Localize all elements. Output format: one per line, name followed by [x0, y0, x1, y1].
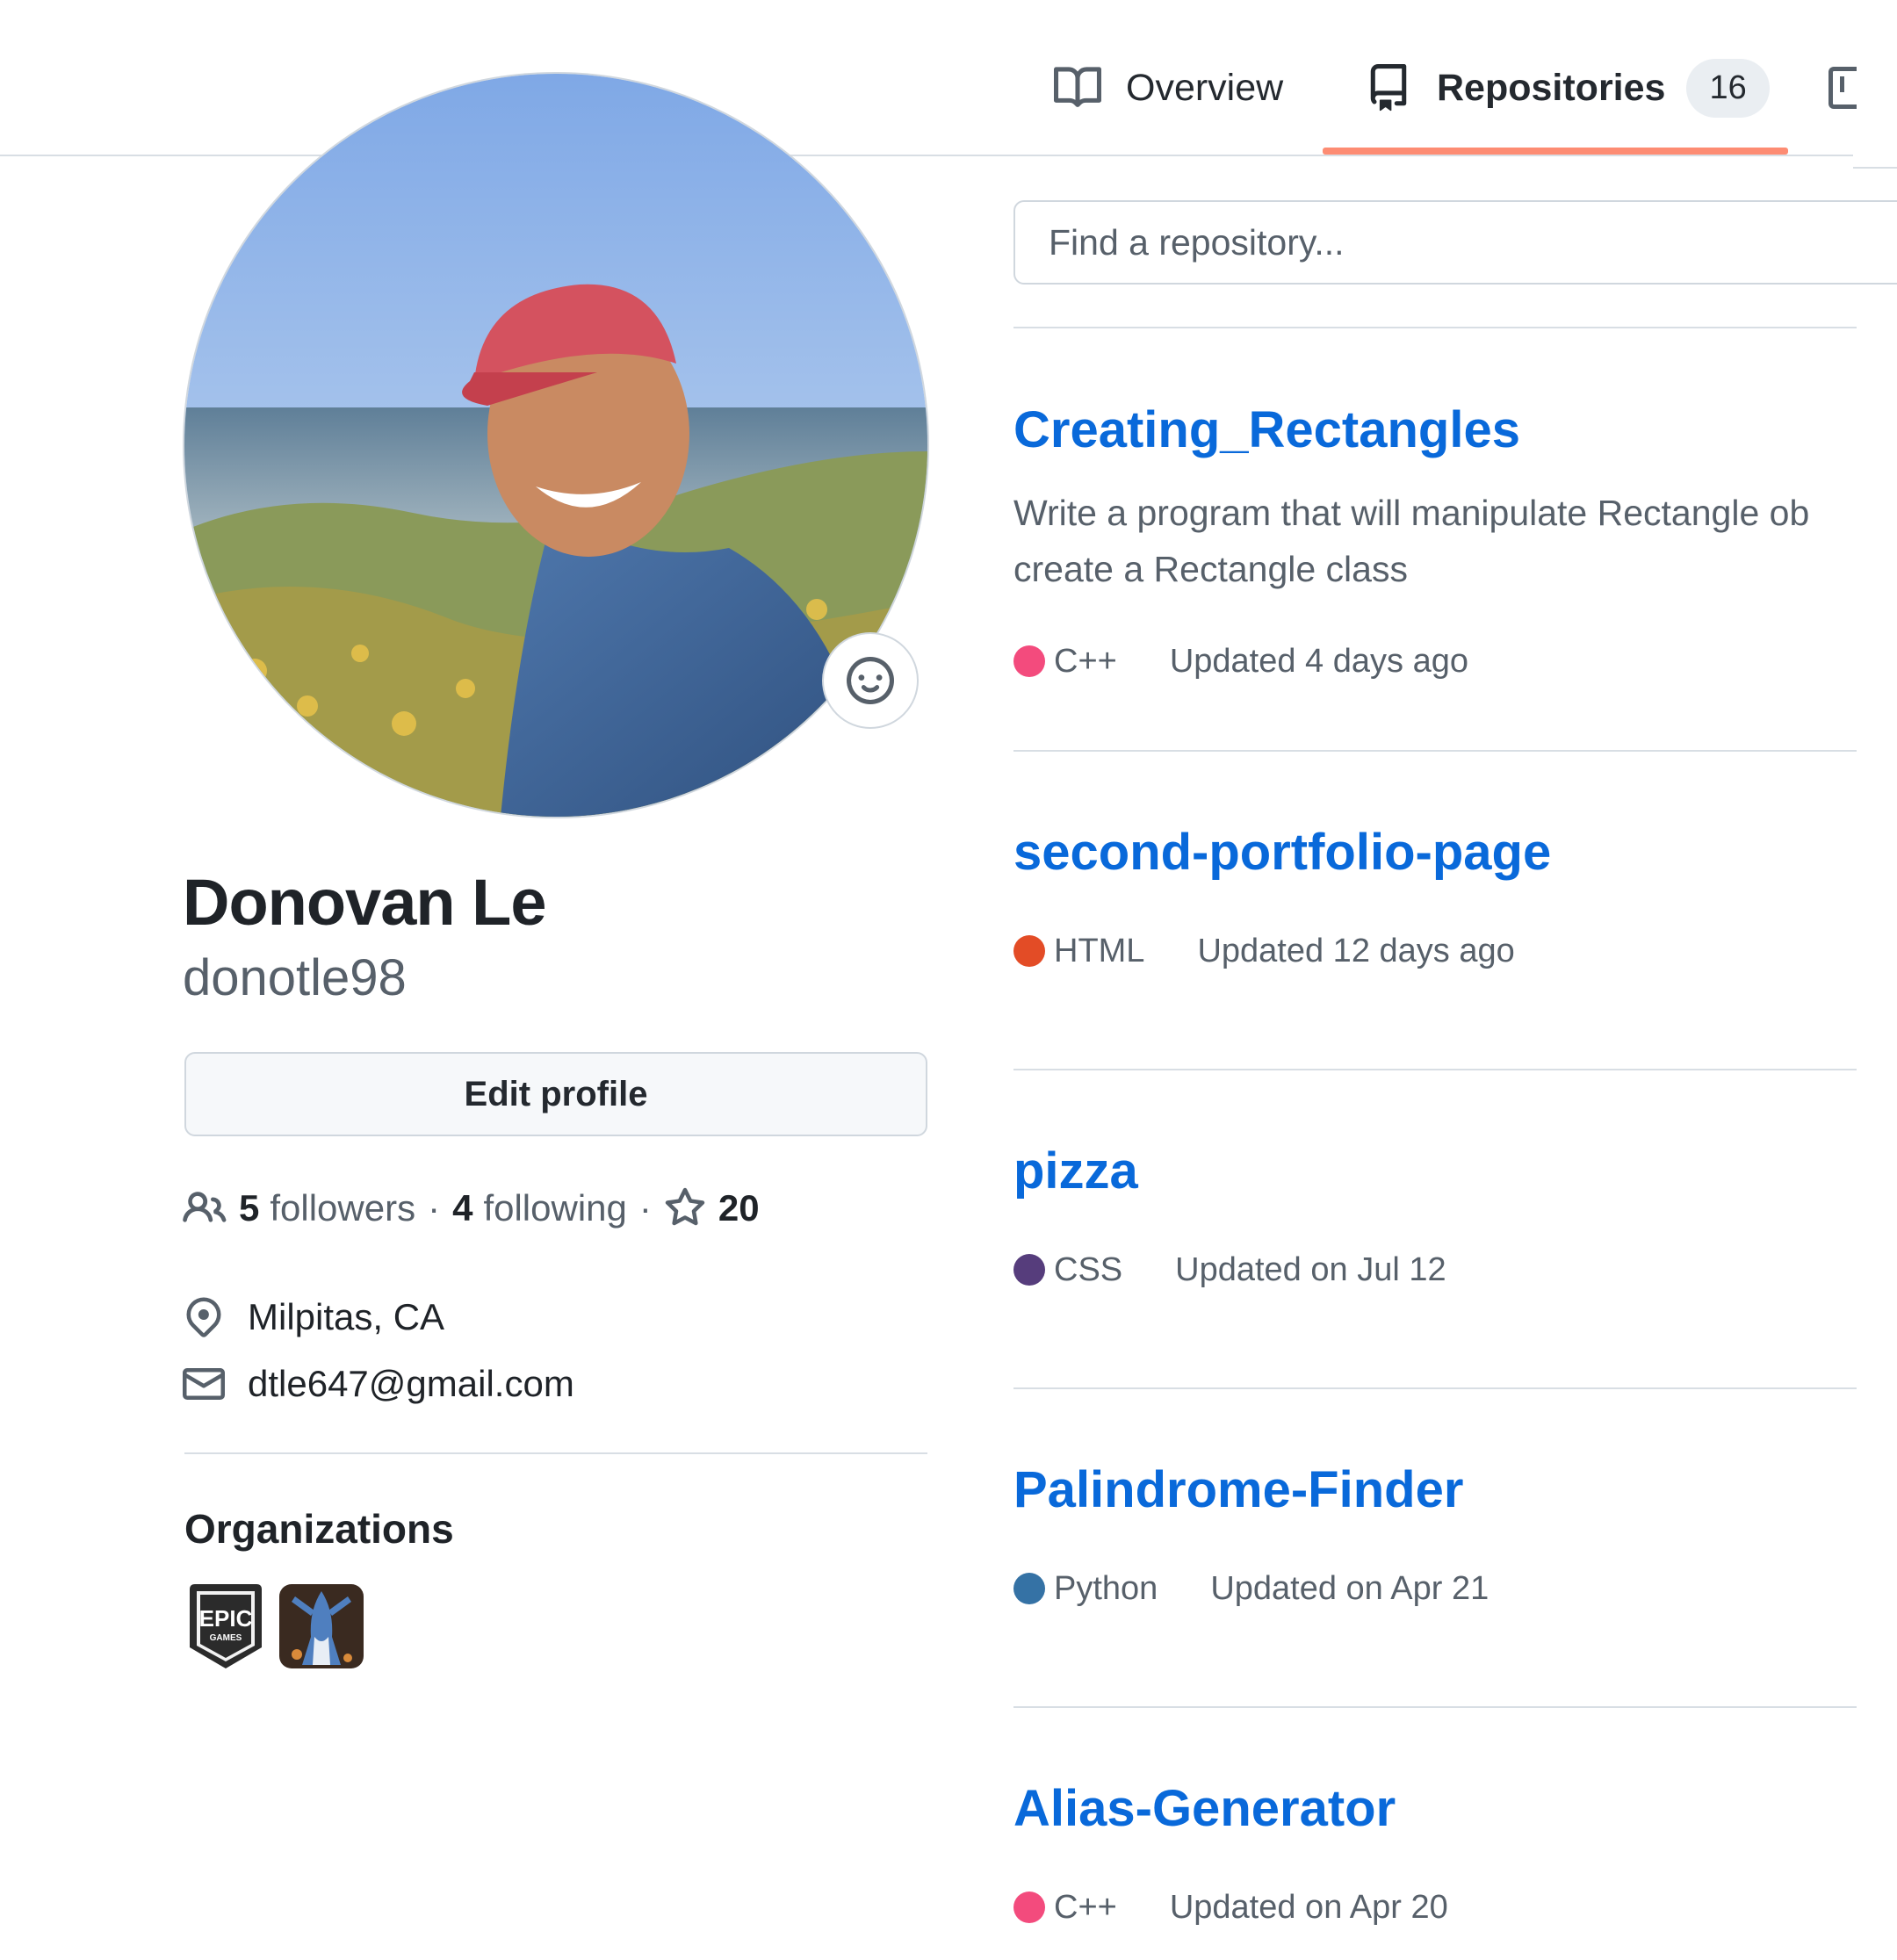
profile-email[interactable]: dtle647@gmail.com — [183, 1358, 574, 1410]
language-color-dot — [1013, 935, 1045, 967]
repo-updated: Updated on Apr 20 — [1169, 1888, 1448, 1926]
following-label: following — [483, 1187, 627, 1229]
repo-language: HTML — [1054, 932, 1145, 969]
avatar[interactable] — [184, 74, 927, 817]
tab-repositories[interactable]: Repositories 16 — [1365, 53, 1770, 123]
repo-meta: C++ Updated 4 days ago — [1013, 637, 1468, 686]
org-avatar-epic-games[interactable]: EPIC GAMES — [190, 1584, 262, 1668]
following-count: 4 — [452, 1187, 473, 1229]
repo-language: CSS — [1054, 1250, 1123, 1288]
tab-bar-divider-right — [1853, 167, 1897, 169]
project-icon[interactable] — [1828, 67, 1857, 109]
separator-dot: · — [638, 1187, 652, 1229]
language-color-dot — [1013, 1573, 1045, 1604]
book-icon — [1054, 67, 1101, 107]
tab-repositories-label: Repositories — [1437, 66, 1666, 109]
organizations-title: Organizations — [184, 1506, 454, 1552]
mail-icon — [183, 1368, 225, 1400]
repo-icon — [1370, 64, 1407, 112]
followers-label: followers — [270, 1187, 416, 1229]
org-avatar-shark[interactable] — [279, 1584, 364, 1668]
repo-meta: HTML Updated 12 days ago — [1013, 926, 1515, 976]
repo-description: Write a program that will manipulate Rec… — [1013, 485, 1857, 597]
stars-link[interactable]: 20 — [664, 1187, 770, 1229]
repo-language: Python — [1054, 1569, 1158, 1607]
repo-meta: CSS Updated on Jul 12 — [1013, 1245, 1446, 1294]
set-status-button[interactable] — [822, 632, 919, 729]
avatar-photo — [184, 74, 927, 817]
repo-updated: Updated 4 days ago — [1169, 642, 1468, 680]
repo-name-link[interactable]: second-portfolio-page — [1013, 823, 1551, 882]
followers-link[interactable]: 5 followers — [239, 1187, 415, 1229]
repo-divider — [1013, 1387, 1857, 1389]
repo-updated: Updated on Apr 21 — [1210, 1569, 1489, 1607]
shark-org-logo — [279, 1584, 364, 1668]
repo-name-link[interactable]: pizza — [1013, 1142, 1138, 1200]
tab-overview[interactable]: Overview — [1054, 53, 1283, 123]
separator-dot: · — [428, 1187, 441, 1229]
epic-logo-text: EPIC — [199, 1605, 253, 1632]
repo-meta: Python Updated on Apr 21 — [1013, 1564, 1489, 1613]
repo-language: C++ — [1054, 1888, 1117, 1926]
tab-bar-divider — [0, 155, 1853, 156]
location-icon — [186, 1297, 221, 1337]
sidebar-divider — [184, 1452, 927, 1454]
stars-count: 20 — [718, 1187, 760, 1229]
profile-location: Milpitas, CA — [183, 1291, 444, 1344]
star-icon — [665, 1187, 705, 1226]
repo-description-line: Write a program that will manipulate Rec… — [1013, 493, 1810, 533]
epic-games-logo: EPIC GAMES — [190, 1584, 262, 1668]
tab-selected-indicator — [1323, 148, 1788, 155]
language-color-dot — [1013, 645, 1045, 677]
repo-language: C++ — [1054, 642, 1117, 680]
following-link[interactable]: 4 following — [452, 1187, 627, 1229]
repo-updated: Updated 12 days ago — [1197, 932, 1515, 969]
smiley-icon — [847, 657, 894, 704]
people-icon — [183, 1192, 227, 1222]
repo-divider — [1013, 1706, 1857, 1708]
repo-updated: Updated on Jul 12 — [1175, 1250, 1446, 1288]
repo-divider — [1013, 750, 1857, 752]
language-color-dot — [1013, 1892, 1045, 1923]
tab-overview-label: Overview — [1126, 66, 1284, 109]
profile-username: donotle98 — [183, 949, 407, 1006]
repositories-count-badge: 16 — [1686, 58, 1770, 118]
repo-divider — [1013, 1069, 1857, 1070]
repo-list-divider — [1013, 327, 1857, 328]
location-text: Milpitas, CA — [248, 1296, 445, 1337]
edit-profile-button[interactable]: Edit profile — [184, 1052, 927, 1136]
repo-meta: C++ Updated on Apr 20 — [1013, 1883, 1448, 1932]
language-color-dot — [1013, 1254, 1045, 1286]
profile-full-name: Donovan Le — [183, 866, 546, 939]
repo-description-line: create a Rectangle class — [1013, 549, 1408, 589]
followers-count: 5 — [239, 1187, 260, 1229]
social-stats: 5 followers · 4 following · 20 — [183, 1182, 770, 1235]
email-text: dtle647@gmail.com — [248, 1363, 574, 1404]
epic-logo-subtext: GAMES — [210, 1633, 242, 1643]
repo-name-link[interactable]: Palindrome-Finder — [1013, 1460, 1463, 1519]
repo-name-link[interactable]: Creating_Rectangles — [1013, 400, 1520, 459]
find-repository-input[interactable] — [1013, 200, 1897, 285]
repo-name-link[interactable]: Alias-Generator — [1013, 1779, 1396, 1838]
